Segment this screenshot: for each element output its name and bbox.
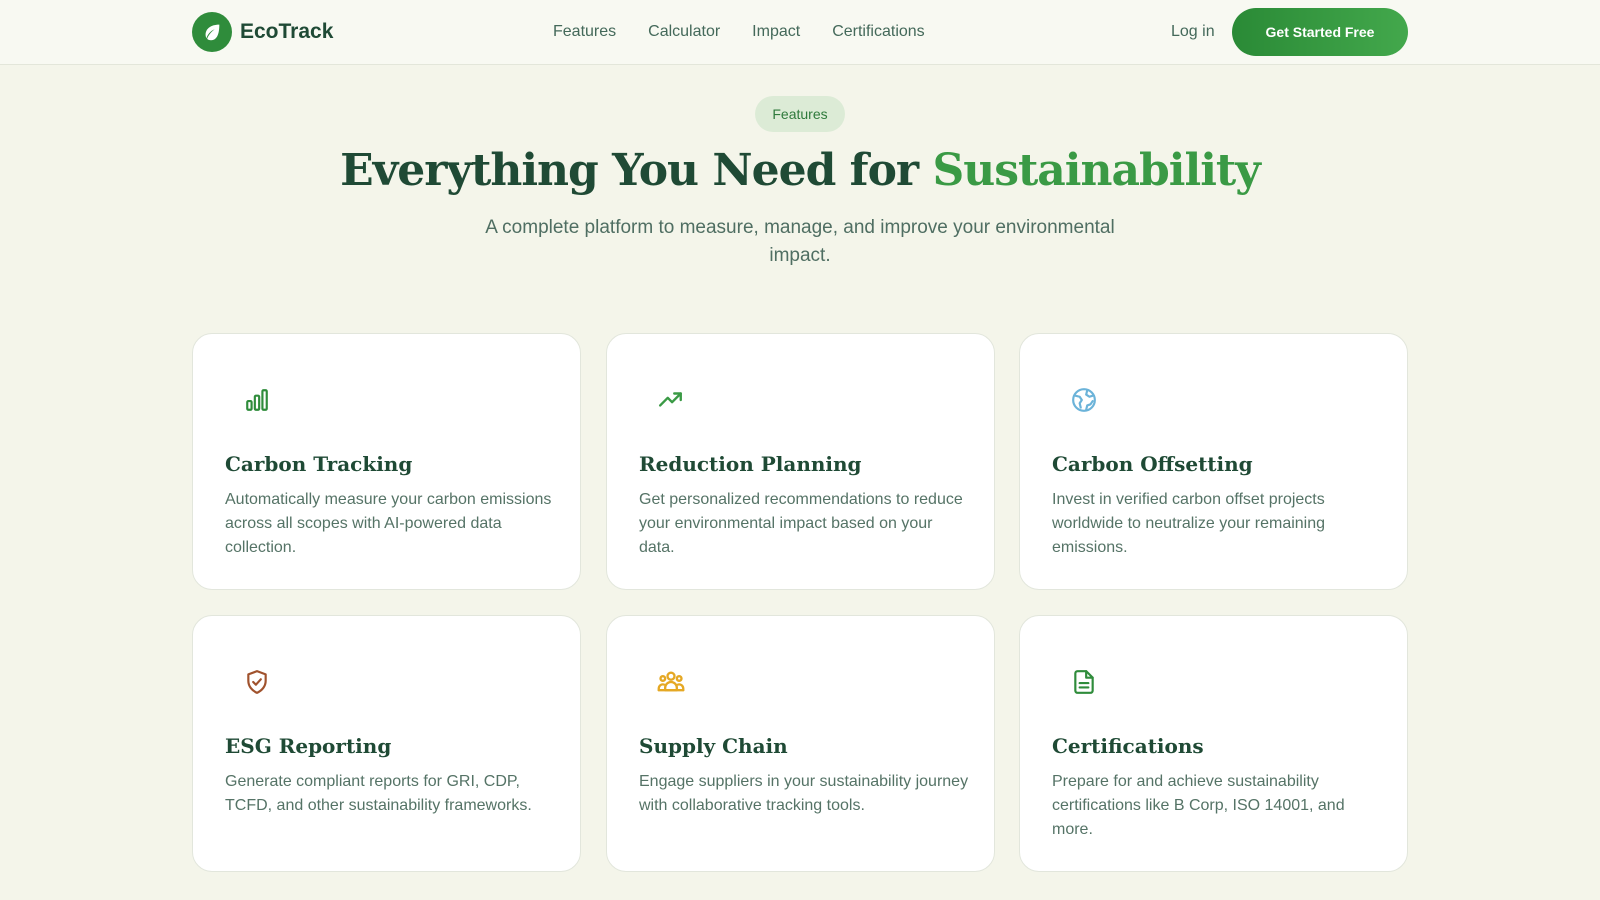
nav-item-impact[interactable]: Impact <box>752 20 800 44</box>
site-header: EcoTrack Features Calculator Impact Cert… <box>0 0 1600 65</box>
feature-description: Generate compliant reports for GRI, CDP,… <box>225 773 532 814</box>
feature-card-carbon-offsetting: Carbon Offsetting Invest in verified car… <box>1019 333 1408 590</box>
feature-card-supply-chain: Supply Chain Engage suppliers in your su… <box>606 615 995 872</box>
feature-title: Supply Chain <box>639 734 788 758</box>
feature-description: Get personalized recommendations to redu… <box>639 491 963 556</box>
main-nav: Features Calculator Impact Certification… <box>553 20 957 44</box>
feature-description: Invest in verified carbon offset project… <box>1052 491 1326 556</box>
login-link[interactable]: Log in <box>1171 20 1215 44</box>
feature-title: Reduction Planning <box>639 452 862 476</box>
nav-item-calculator[interactable]: Calculator <box>648 20 720 44</box>
feature-title: Certifications <box>1052 734 1204 758</box>
page-subtitle: A complete platform to measure, manage, … <box>485 217 1115 266</box>
title-accent: Sustainability <box>932 145 1260 196</box>
document-icon <box>1070 668 1098 696</box>
feature-description: Prepare for and achieve sustainability c… <box>1052 773 1345 838</box>
section-badge: Features <box>755 96 845 132</box>
users-icon <box>657 668 685 696</box>
feature-card-carbon-tracking: Carbon Tracking Automatically measure yo… <box>192 333 581 590</box>
feature-description: Engage suppliers in your sustainability … <box>639 773 969 814</box>
leaf-icon <box>192 12 232 52</box>
feature-title: ESG Reporting <box>225 734 392 758</box>
title-main: Everything You Need for <box>340 145 933 196</box>
feature-title: Carbon Offsetting <box>1052 452 1253 476</box>
page-title: Everything You Need for Sustainability <box>0 140 1600 202</box>
get-started-button[interactable]: Get Started Free <box>1232 8 1408 56</box>
feature-description: Automatically measure your carbon emissi… <box>225 491 552 556</box>
nav-item-certifications[interactable]: Certifications <box>832 20 924 44</box>
brand-name: EcoTrack <box>240 20 334 43</box>
feature-card-esg-reporting: ESG Reporting Generate compliant reports… <box>192 615 581 872</box>
globe-icon <box>1070 386 1098 414</box>
brand-logo[interactable]: EcoTrack <box>192 12 333 52</box>
trending-up-icon <box>657 386 685 414</box>
shield-check-icon <box>243 668 271 696</box>
bar-chart-icon <box>243 386 271 414</box>
feature-card-certifications: Certifications Prepare for and achieve s… <box>1019 615 1408 872</box>
feature-card-reduction-planning: Reduction Planning Get personalized reco… <box>606 333 995 590</box>
nav-item-features[interactable]: Features <box>553 20 616 44</box>
feature-title: Carbon Tracking <box>225 452 413 476</box>
